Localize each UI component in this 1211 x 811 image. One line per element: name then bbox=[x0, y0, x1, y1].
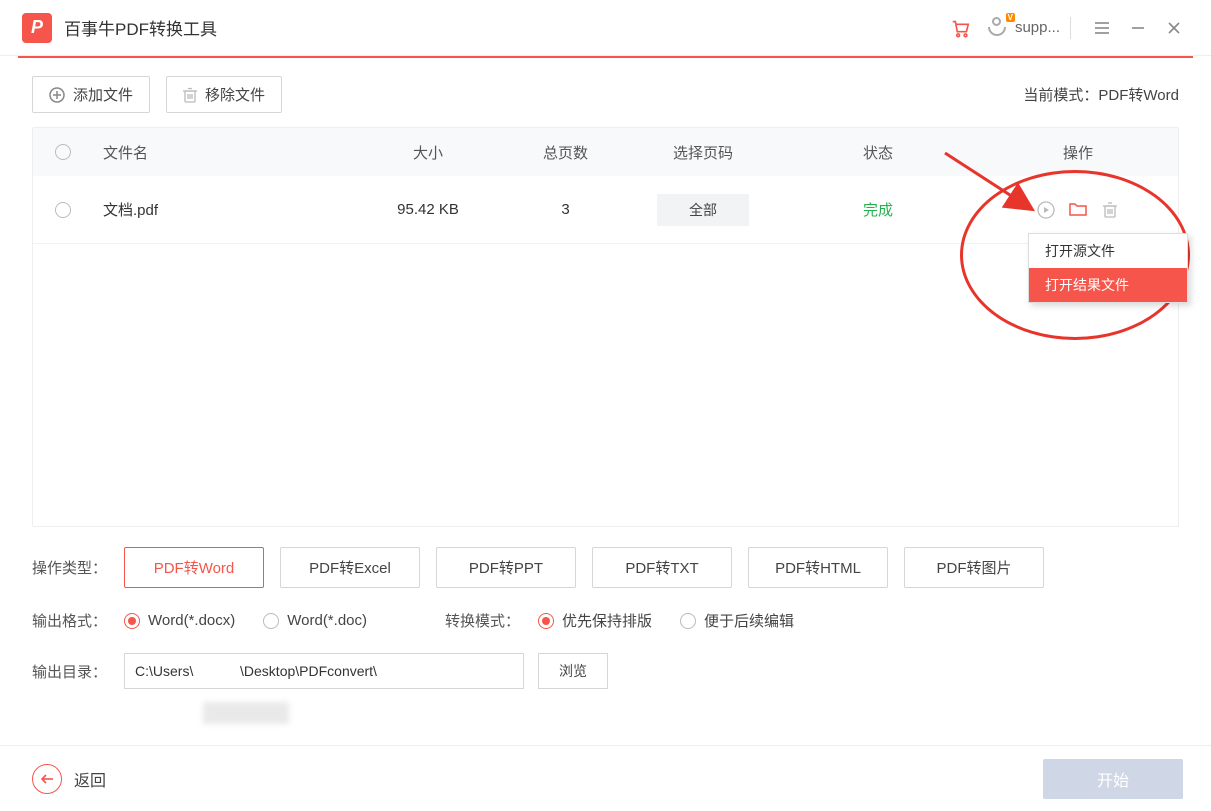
add-file-label: 添加文件 bbox=[73, 84, 133, 105]
operation-type-row: 操作类型： PDF转Word PDF转Excel PDF转PPT PDF转TXT… bbox=[32, 547, 1179, 588]
table-header: 文件名 大小 总页数 选择页码 状态 操作 bbox=[33, 128, 1178, 176]
remove-file-button[interactable]: 移除文件 bbox=[166, 76, 282, 113]
add-file-button[interactable]: 添加文件 bbox=[32, 76, 150, 113]
header-size: 大小 bbox=[353, 142, 503, 163]
output-dir-row: 输出目录： 浏览 bbox=[32, 653, 1179, 689]
context-menu: 打开源文件 打开结果文件 bbox=[1028, 233, 1188, 303]
radio-docx[interactable]: Word(*.docx) bbox=[124, 612, 235, 629]
type-pdf-html[interactable]: PDF转HTML bbox=[748, 547, 888, 588]
header-pages: 总页数 bbox=[503, 142, 628, 163]
cell-status: 完成 bbox=[778, 199, 978, 220]
type-pdf-image[interactable]: PDF转图片 bbox=[904, 547, 1044, 588]
ctx-open-source[interactable]: 打开源文件 bbox=[1029, 234, 1187, 268]
back-button[interactable]: 返回 bbox=[32, 764, 106, 794]
user-label: supp... bbox=[1015, 19, 1060, 36]
remove-file-label: 移除文件 bbox=[205, 84, 265, 105]
footer: 返回 开始 bbox=[0, 745, 1211, 811]
cell-pages: 3 bbox=[503, 201, 628, 218]
ctx-open-result[interactable]: 打开结果文件 bbox=[1029, 268, 1187, 302]
menu-icon[interactable] bbox=[1087, 13, 1117, 43]
select-all-checkbox[interactable] bbox=[55, 144, 71, 160]
browse-button[interactable]: 浏览 bbox=[538, 653, 608, 689]
type-pdf-excel[interactable]: PDF转Excel bbox=[280, 547, 420, 588]
avatar-icon: V bbox=[987, 17, 1009, 39]
app-logo: P bbox=[22, 13, 52, 43]
delete-icon[interactable] bbox=[1101, 201, 1119, 219]
app-title: 百事牛PDF转换工具 bbox=[64, 15, 217, 40]
output-dir-input[interactable] bbox=[124, 653, 524, 689]
header-name: 文件名 bbox=[93, 142, 353, 163]
divider bbox=[1070, 17, 1071, 39]
current-mode: 当前模式：PDF转Word bbox=[1023, 84, 1179, 105]
row-checkbox[interactable] bbox=[55, 202, 71, 218]
radio-doc[interactable]: Word(*.doc) bbox=[263, 612, 367, 629]
operation-type-label: 操作类型： bbox=[32, 557, 124, 578]
convert-mode-label: 转换模式： bbox=[445, 610, 520, 631]
titlebar: P 百事牛PDF转换工具 V supp... bbox=[0, 0, 1211, 56]
type-pdf-word[interactable]: PDF转Word bbox=[124, 547, 264, 588]
header-status: 状态 bbox=[778, 142, 978, 163]
cart-icon[interactable] bbox=[945, 13, 975, 43]
format-mode-row: 输出格式： Word(*.docx) Word(*.doc) 转换模式： 优先保… bbox=[32, 610, 1179, 631]
radio-easy-edit[interactable]: 便于后续编辑 bbox=[680, 610, 794, 631]
file-table: 文件名 大小 总页数 选择页码 状态 操作 文档.pdf 95.42 KB 3 … bbox=[32, 127, 1179, 527]
type-pdf-ppt[interactable]: PDF转PPT bbox=[436, 547, 576, 588]
select-pages-button[interactable]: 全部 bbox=[657, 194, 749, 226]
cell-size: 95.42 KB bbox=[353, 201, 503, 218]
type-pdf-txt[interactable]: PDF转TXT bbox=[592, 547, 732, 588]
options-panel: 操作类型： PDF转Word PDF转Excel PDF转PPT PDF转TXT… bbox=[0, 527, 1211, 689]
back-arrow-icon bbox=[32, 764, 62, 794]
redacted-region bbox=[203, 702, 289, 724]
back-label: 返回 bbox=[74, 767, 106, 791]
output-format-label: 输出格式： bbox=[32, 610, 124, 631]
header-select-pages: 选择页码 bbox=[628, 142, 778, 163]
table-row: 文档.pdf 95.42 KB 3 全部 完成 bbox=[33, 176, 1178, 244]
header-ops: 操作 bbox=[978, 142, 1178, 163]
minimize-button[interactable] bbox=[1123, 13, 1153, 43]
open-folder-icon[interactable] bbox=[1069, 201, 1087, 219]
start-button[interactable]: 开始 bbox=[1043, 759, 1183, 799]
cell-name: 文档.pdf bbox=[93, 199, 353, 220]
radio-keep-layout[interactable]: 优先保持排版 bbox=[538, 610, 652, 631]
user-chip[interactable]: V supp... bbox=[987, 17, 1060, 39]
play-icon[interactable] bbox=[1037, 201, 1055, 219]
vip-badge: V bbox=[1006, 13, 1015, 22]
toolbar: 添加文件 移除文件 当前模式：PDF转Word bbox=[0, 58, 1211, 127]
close-button[interactable] bbox=[1159, 13, 1189, 43]
output-dir-label: 输出目录： bbox=[32, 661, 124, 682]
